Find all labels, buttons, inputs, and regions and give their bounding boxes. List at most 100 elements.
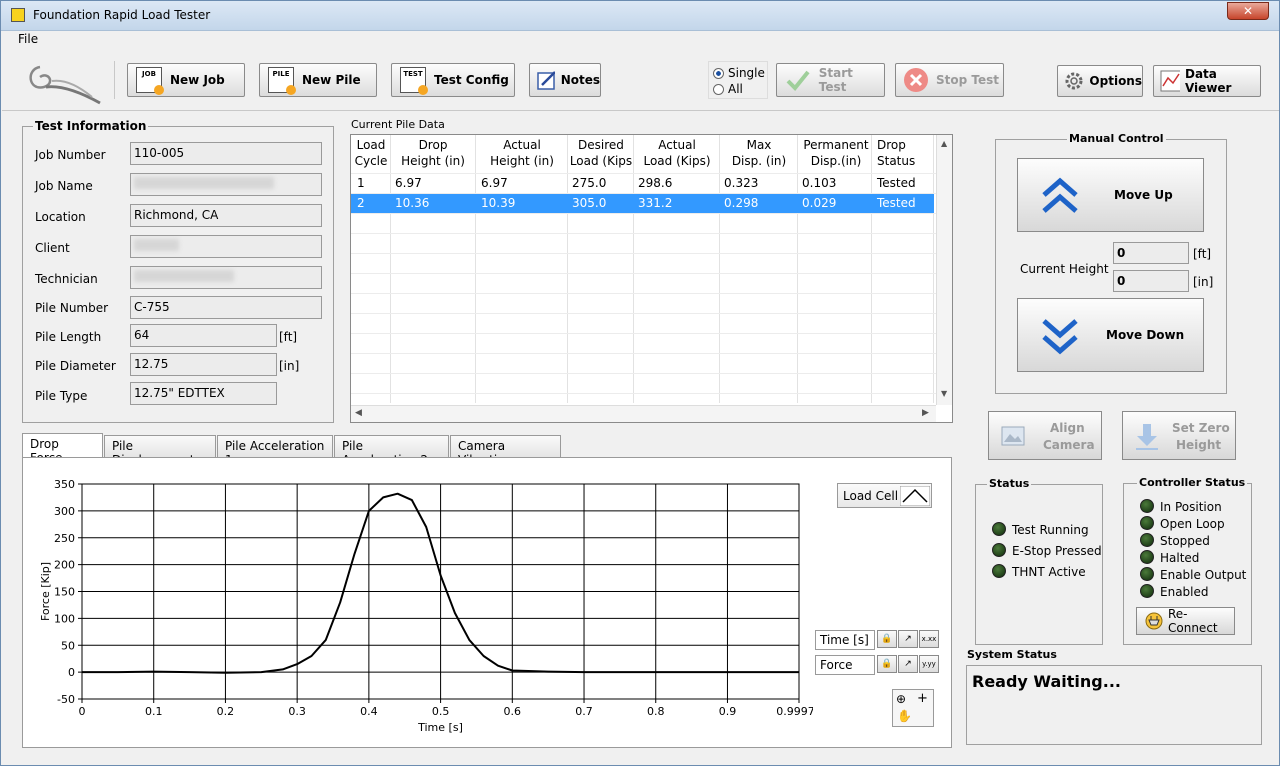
move-down-button[interactable]: Move Down — [1017, 298, 1204, 372]
reconnect-button[interactable]: Re-Connect — [1136, 607, 1235, 635]
enabled-label: Enabled — [1160, 585, 1209, 599]
x-autoscale-icon[interactable]: ↗ — [898, 630, 918, 648]
pile-number-field[interactable]: C-755 — [130, 296, 322, 319]
location-label: Location — [35, 210, 86, 224]
scroll-up-icon[interactable]: ▲ — [941, 139, 947, 148]
tab-pile-displacement[interactable]: Pile Displacement — [104, 435, 216, 467]
y-scale-name: Force — [815, 655, 875, 675]
x-tick-label: 0.8 — [647, 705, 665, 718]
notes-button[interactable]: Notes — [529, 63, 601, 97]
close-button[interactable]: ✕ — [1227, 2, 1269, 20]
plug-icon — [1145, 612, 1163, 630]
thnt-active-label: THNT Active — [1012, 565, 1086, 579]
stop-icon — [904, 68, 928, 92]
test-information-heading: Test Information — [33, 119, 149, 133]
pan-hand-icon[interactable]: ✋ — [897, 709, 912, 723]
halted-label: Halted — [1160, 551, 1200, 565]
tab-pile-acceleration-2[interactable]: Pile Acceleration 2 — [334, 435, 449, 467]
set-zero-height-button[interactable]: Set Zero Height — [1122, 411, 1236, 460]
height-in-unit: [in] — [1193, 275, 1214, 289]
checkmark-icon — [786, 70, 810, 91]
set-zero-label-1: Set Zero — [1172, 421, 1230, 435]
tab-drop-force[interactable]: Drop Force — [22, 433, 103, 465]
x-lock-icon[interactable]: 🔒 — [877, 630, 897, 648]
pile-length-field[interactable]: 64 — [130, 324, 277, 347]
scroll-left-icon[interactable]: ◀ — [355, 408, 362, 418]
col-header-actual-height: Actual Height (in) — [490, 138, 554, 168]
x-tick-label: 0.99975 — [776, 705, 813, 718]
zoom-icon[interactable]: ⊕ — [896, 692, 906, 706]
drop-force-chart[interactable]: -50 0 50 100 150 200 250 300 350 0 0.1 0.2 0.3 0.4 0.5… — [23, 458, 813, 746]
y-tick-label: -50 — [57, 693, 75, 706]
align-camera-label-1: Align — [1050, 421, 1085, 435]
thnt-active-led-icon — [992, 564, 1006, 578]
pile-type-field[interactable]: 12.75" EDTTEX — [130, 382, 277, 405]
test-running-label: Test Running — [1012, 523, 1089, 537]
options-button[interactable]: Options — [1057, 65, 1143, 97]
status-heading: Status — [987, 477, 1032, 490]
menu-bar: File — [2, 31, 1279, 49]
start-test-button[interactable]: Start Test — [776, 63, 885, 97]
menu-file[interactable]: File — [18, 32, 38, 46]
e-stop-label: E-Stop Pressed — [1012, 544, 1102, 558]
job-number-field[interactable]: 110-005 — [130, 142, 322, 165]
data-viewer-button[interactable]: Data Viewer — [1153, 65, 1261, 97]
scroll-down-icon[interactable]: ▼ — [941, 389, 947, 398]
graph-palette: ⊕ + ✋ — [892, 689, 934, 727]
y-tick-label: 300 — [54, 505, 75, 518]
height-ft-unit: [ft] — [1193, 247, 1212, 261]
align-camera-button[interactable]: Align Camera — [988, 411, 1102, 460]
app-window: Foundation Rapid Load Tester ✕ File JOB … — [0, 0, 1280, 766]
y-lock-icon[interactable]: 🔒 — [877, 655, 897, 673]
notes-label: Notes — [560, 73, 600, 87]
technician-field[interactable] — [130, 266, 322, 289]
new-job-label: New Job — [170, 73, 225, 87]
radio-all-label: All — [728, 82, 743, 96]
radio-single-label: Single — [728, 66, 765, 80]
legend-label: Load Cell — [843, 489, 899, 503]
x-tick-label: 0.7 — [575, 705, 593, 718]
client-field[interactable] — [130, 235, 322, 258]
e-stop-led-icon — [992, 543, 1006, 557]
radio-single[interactable]: Single — [713, 66, 765, 80]
table-row[interactable]: 1 6.97 6.97 275.0 298.6 0.323 0.103 Test… — [351, 174, 934, 193]
stop-test-button[interactable]: Stop Test — [895, 63, 1004, 97]
scroll-right-icon[interactable]: ▶ — [922, 408, 929, 418]
redacted-text — [134, 270, 234, 282]
stopped-led-icon — [1140, 533, 1154, 547]
location-field[interactable]: Richmond, CA — [130, 204, 322, 227]
pile-length-label: Pile Length — [35, 330, 102, 344]
tab-camera-vibration[interactable]: Camera Vibration — [450, 435, 561, 467]
col-header-load-cycle: Load Cycle — [354, 138, 388, 168]
y-autoscale-icon[interactable]: ↗ — [898, 655, 918, 673]
cursor-crosshair-icon[interactable]: + — [917, 691, 928, 706]
table-row-selected[interactable]: 2 10.36 10.39 305.0 331.2 0.298 0.029 Te… — [351, 194, 934, 213]
move-up-button[interactable]: Move Up — [1017, 158, 1204, 232]
system-status-message: Ready Waiting... — [972, 672, 1121, 691]
stopped-label: Stopped — [1160, 534, 1210, 548]
pile-diameter-field[interactable]: 12.75 — [130, 353, 277, 376]
pile-type-label: Pile Type — [35, 389, 88, 403]
y-tick-label: 0 — [68, 666, 75, 679]
horizontal-scrollbar[interactable]: ◀ ▶ — [351, 405, 936, 422]
test-config-button[interactable]: TEST Test Config — [391, 63, 515, 97]
job-name-field[interactable] — [130, 173, 322, 196]
radio-all[interactable]: All — [713, 82, 743, 96]
test-mode-radio-group: Single All — [708, 61, 768, 99]
x-tick-label: 0.1 — [145, 705, 163, 718]
enable-output-led-icon — [1140, 567, 1154, 581]
tab-pile-acceleration-1[interactable]: Pile Acceleration 1 — [217, 435, 333, 467]
pile-length-unit: [ft] — [279, 330, 298, 344]
x-axis-label: Time [s] — [417, 721, 463, 734]
test-config-label: Test Config — [434, 73, 509, 87]
new-pile-button[interactable]: PILE New Pile — [259, 63, 377, 97]
x-format-button[interactable]: x.xx — [919, 630, 939, 648]
vertical-scrollbar[interactable]: ▲ ▼ — [936, 135, 952, 405]
app-icon — [11, 8, 25, 22]
y-format-button[interactable]: y.yy — [919, 655, 939, 673]
new-job-button[interactable]: JOB New Job — [127, 63, 245, 97]
plot-legend[interactable]: Load Cell — [837, 483, 932, 508]
system-status-heading: System Status — [967, 648, 1057, 661]
y-tick-label: 50 — [61, 639, 75, 652]
test-icon: TEST — [400, 67, 428, 95]
